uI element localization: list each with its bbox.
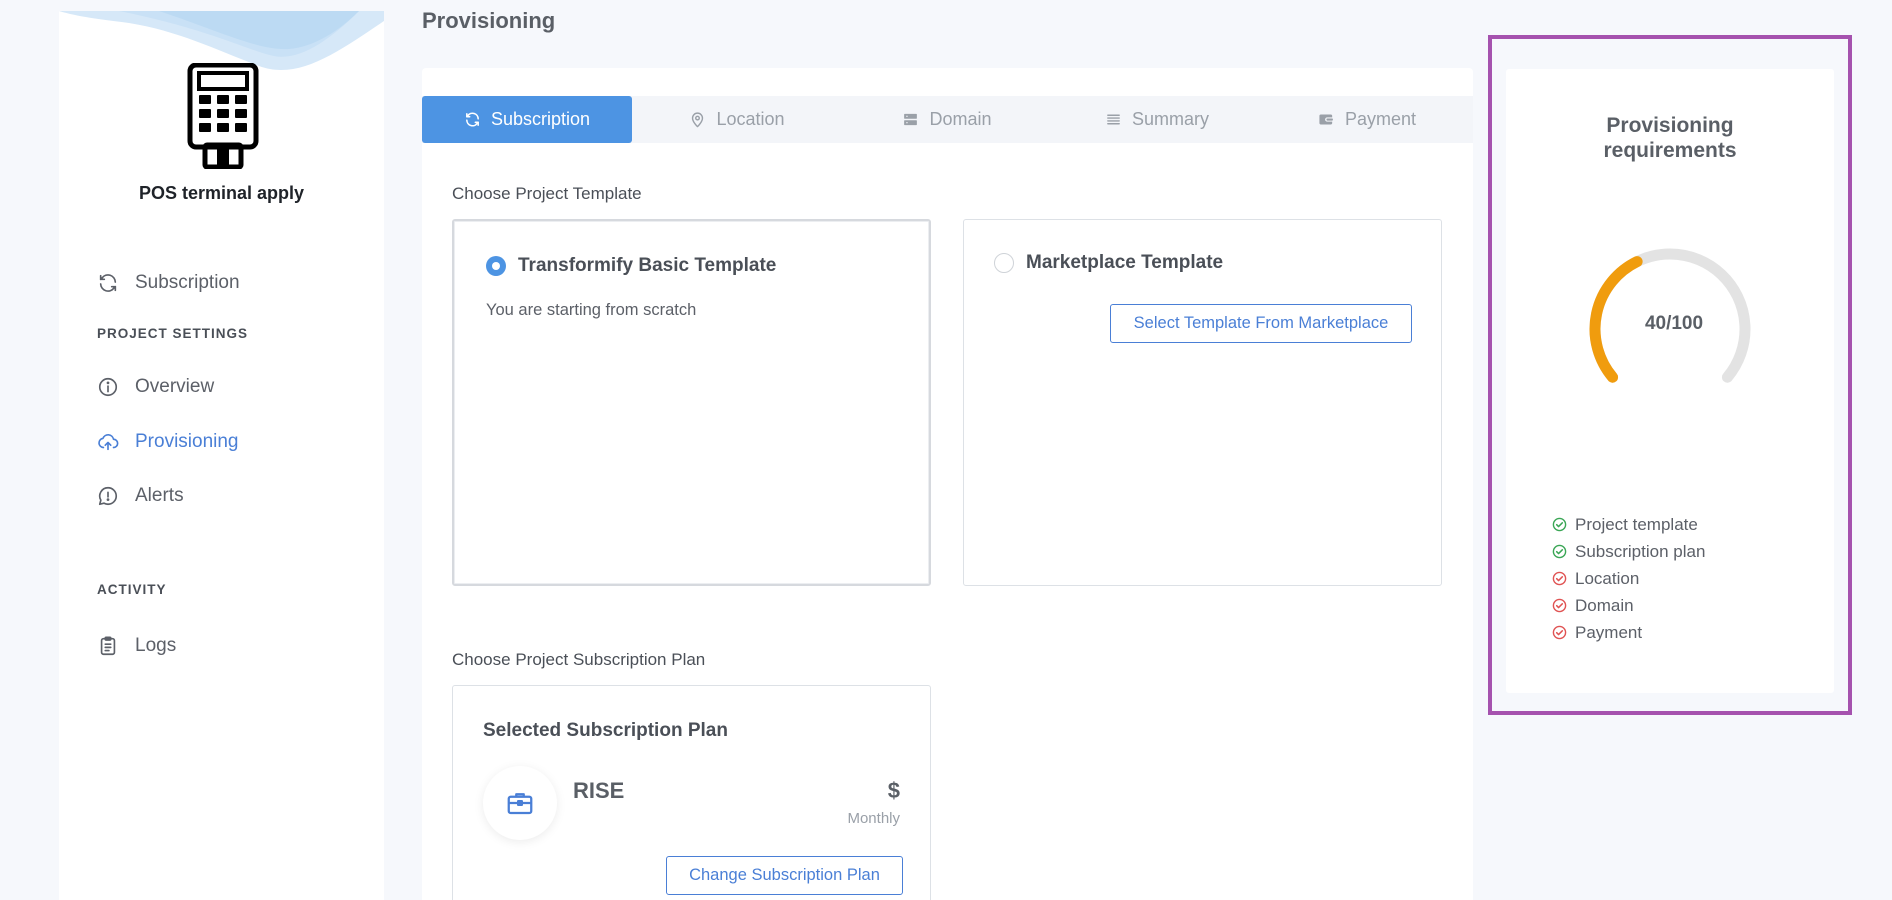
section-activity: ACTIVITY	[97, 582, 167, 597]
status-icon	[1552, 598, 1567, 613]
requirements-title-line2: requirements	[1603, 139, 1737, 162]
pos-terminal-logo-icon	[187, 63, 259, 169]
requirement-label: Subscription plan	[1575, 541, 1706, 561]
status-icon	[1552, 544, 1567, 559]
plan-section-label: Choose Project Subscription Plan	[452, 650, 706, 669]
status-icon	[1552, 571, 1567, 586]
select-template-marketplace-button[interactable]: Select Template From Marketplace	[1110, 304, 1412, 343]
tab-payment[interactable]: Payment	[1262, 96, 1472, 143]
requirements-list: Project template Subscription plan Locat…	[1552, 511, 1705, 646]
tab-summary[interactable]: Summary	[1052, 96, 1262, 143]
requirements-card: Provisioning requirements 40/100 Project…	[1506, 69, 1834, 693]
marketplace-template-radio[interactable]	[994, 253, 1014, 273]
refresh-icon	[99, 274, 117, 292]
requirement-label: Payment	[1575, 622, 1643, 642]
plan-period: Monthly	[847, 810, 900, 827]
marketplace-template-card[interactable]: Marketplace Template Select Template Fro…	[963, 219, 1442, 586]
template-section-label: Choose Project Template	[452, 184, 642, 203]
marketplace-template-title: Marketplace Template	[1026, 252, 1224, 273]
plan-name: RISE	[573, 778, 625, 803]
app-name: POS terminal apply	[138, 183, 305, 203]
requirement-label: Location	[1575, 568, 1640, 588]
basic-template-card[interactable]: Transformify Basic Template You are star…	[452, 219, 931, 586]
chat-alert-icon	[98, 486, 117, 506]
progress-value: 40/100	[1644, 313, 1704, 334]
change-subscription-plan-button[interactable]: Change Subscription Plan	[666, 856, 903, 895]
list-icon	[1107, 114, 1120, 125]
requirements-highlight-frame: Provisioning requirements 40/100 Project…	[1488, 35, 1852, 715]
basic-template-radio[interactable]	[486, 256, 506, 276]
sidebar: POS terminal apply Subscription PROJECT …	[59, 11, 384, 900]
basic-template-title-row: Transformify Basic Template	[486, 255, 776, 277]
basic-template-description: You are starting from scratch	[486, 301, 697, 319]
section-project-settings: PROJECT SETTINGS	[97, 326, 249, 341]
sidebar-item-label: Provisioning	[135, 431, 239, 452]
refresh-icon	[466, 112, 479, 127]
requirement-item: Project template	[1552, 511, 1705, 538]
map-pin-icon	[692, 112, 704, 128]
sidebar-item-label: Logs	[135, 635, 177, 656]
plan-heading: Selected Subscription Plan	[483, 720, 728, 741]
wallet-icon	[1319, 114, 1333, 125]
basic-template-title: Transformify Basic Template	[518, 255, 777, 276]
sidebar-item-subscription[interactable]: Subscription	[97, 269, 240, 297]
tab-subscription[interactable]: Subscription	[422, 96, 632, 143]
provisioning-tabs: Subscription Location Domain Summary Pay…	[422, 96, 1473, 143]
tab-label: Summary	[1131, 109, 1209, 129]
tab-label: Domain	[929, 109, 992, 129]
provisioning-card: Subscription Location Domain Summary Pay…	[422, 68, 1473, 900]
sidebar-item-alerts[interactable]: Alerts	[97, 482, 184, 510]
subscription-plan-card: Selected Subscription Plan RISE $ Monthl…	[452, 685, 931, 900]
plan-icon-wrap	[483, 766, 557, 840]
requirement-item: Subscription plan	[1552, 538, 1705, 565]
requirement-item: Location	[1552, 565, 1705, 592]
requirement-label: Domain	[1575, 595, 1634, 615]
sidebar-item-overview[interactable]: Overview	[97, 373, 214, 401]
marketplace-template-title-row: Marketplace Template	[994, 252, 1223, 274]
tab-domain[interactable]: Domain	[842, 96, 1052, 143]
sidebar-item-label: Subscription	[135, 272, 240, 293]
requirement-label: Project template	[1575, 514, 1698, 534]
tab-location[interactable]: Location	[632, 96, 842, 143]
requirement-item: Payment	[1552, 619, 1705, 646]
server-icon	[904, 113, 918, 126]
requirements-title: Provisioning requirements	[1506, 113, 1834, 163]
briefcase-icon	[507, 793, 533, 815]
info-icon	[98, 377, 118, 397]
sidebar-item-label: Overview	[135, 376, 215, 397]
tab-label: Subscription	[490, 109, 591, 129]
cloud-upload-icon	[98, 434, 119, 451]
clipboard-icon	[100, 636, 116, 656]
requirement-item: Domain	[1552, 592, 1705, 619]
plan-price: $	[887, 778, 900, 803]
page-title: Provisioning	[422, 8, 556, 33]
sidebar-item-provisioning[interactable]: Provisioning	[97, 428, 239, 456]
tab-label: Payment	[1344, 109, 1417, 129]
sidebar-item-logs[interactable]: Logs	[97, 632, 176, 660]
sidebar-item-label: Alerts	[135, 485, 184, 506]
status-icon	[1552, 517, 1567, 532]
tab-label: Location	[716, 109, 785, 129]
status-icon	[1552, 625, 1567, 640]
requirements-title-line1: Provisioning	[1606, 114, 1734, 137]
